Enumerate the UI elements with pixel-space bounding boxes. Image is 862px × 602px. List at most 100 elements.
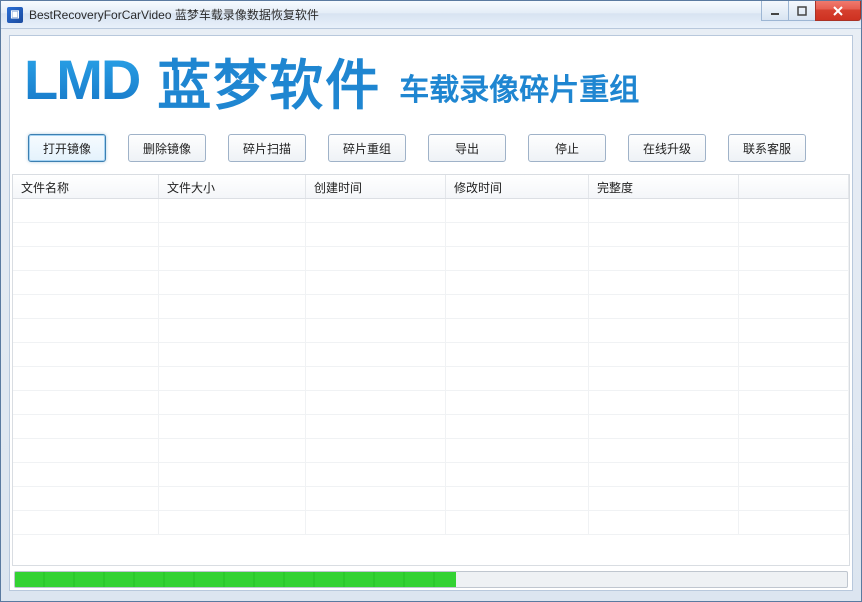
table-cell	[446, 439, 589, 462]
table-cell	[446, 463, 589, 486]
table-row[interactable]	[13, 463, 849, 487]
table-cell	[306, 415, 446, 438]
table-cell	[13, 199, 159, 222]
table-row[interactable]	[13, 391, 849, 415]
table-cell	[13, 367, 159, 390]
table-cell	[446, 247, 589, 270]
titlebar[interactable]: ▣ BestRecoveryForCarVideo 蓝梦车载录像数据恢复软件	[1, 1, 861, 29]
banner: LMD 蓝梦软件 车载录像碎片重组	[10, 36, 852, 124]
table-cell	[739, 271, 849, 294]
table-cell	[13, 511, 159, 534]
table-cell	[589, 343, 739, 366]
col-created[interactable]: 创建时间	[306, 175, 446, 198]
table-cell	[589, 319, 739, 342]
statusbar	[10, 568, 852, 590]
stop-button[interactable]: 停止	[528, 134, 606, 162]
table-cell	[13, 463, 159, 486]
brand-cn: 蓝梦软件	[157, 41, 381, 120]
minimize-icon	[770, 6, 780, 16]
reassemble-button[interactable]: 碎片重组	[328, 134, 406, 162]
table-row[interactable]	[13, 415, 849, 439]
table-cell	[159, 247, 306, 270]
minimize-button[interactable]	[761, 1, 789, 21]
table-cell	[13, 271, 159, 294]
table-cell	[446, 223, 589, 246]
table-row[interactable]	[13, 199, 849, 223]
client-area: LMD 蓝梦软件 车载录像碎片重组 打开镜像 删除镜像 碎片扫描 碎片重组 导出…	[9, 35, 853, 591]
table-row[interactable]	[13, 439, 849, 463]
table-cell	[446, 319, 589, 342]
table-cell	[159, 439, 306, 462]
table-cell	[13, 295, 159, 318]
table-cell	[306, 343, 446, 366]
table-cell	[589, 511, 739, 534]
logo-text: LMD	[24, 52, 139, 108]
table-cell	[13, 343, 159, 366]
table-row[interactable]	[13, 295, 849, 319]
table-cell	[306, 463, 446, 486]
table-cell	[446, 271, 589, 294]
online-upgrade-button[interactable]: 在线升级	[628, 134, 706, 162]
delete-image-button[interactable]: 删除镜像	[128, 134, 206, 162]
table-cell	[13, 319, 159, 342]
table-cell	[589, 415, 739, 438]
table-cell	[159, 343, 306, 366]
table-cell	[306, 319, 446, 342]
col-filesize[interactable]: 文件大小	[159, 175, 306, 198]
contact-button[interactable]: 联系客服	[728, 134, 806, 162]
progress-fill	[15, 572, 456, 587]
table-cell	[306, 199, 446, 222]
table-cell	[306, 391, 446, 414]
grid-body[interactable]	[13, 199, 849, 565]
table-cell	[739, 511, 849, 534]
table-cell	[13, 487, 159, 510]
table-cell	[159, 199, 306, 222]
brand-subtitle: 车载录像碎片重组	[399, 65, 639, 109]
maximize-button[interactable]	[788, 1, 816, 21]
table-cell	[739, 367, 849, 390]
table-cell	[446, 415, 589, 438]
table-row[interactable]	[13, 367, 849, 391]
table-cell	[306, 367, 446, 390]
table-cell	[589, 271, 739, 294]
table-cell	[739, 247, 849, 270]
maximize-icon	[797, 6, 807, 16]
table-cell	[739, 439, 849, 462]
col-filename[interactable]: 文件名称	[13, 175, 159, 198]
grid-header: 文件名称 文件大小 创建时间 修改时间 完整度	[13, 175, 849, 199]
export-button[interactable]: 导出	[428, 134, 506, 162]
toolbar: 打开镜像 删除镜像 碎片扫描 碎片重组 导出 停止 在线升级 联系客服	[10, 124, 852, 174]
table-row[interactable]	[13, 343, 849, 367]
col-integrity[interactable]: 完整度	[589, 175, 739, 198]
table-cell	[159, 463, 306, 486]
scan-fragments-button[interactable]: 碎片扫描	[228, 134, 306, 162]
table-cell	[739, 343, 849, 366]
table-cell	[589, 463, 739, 486]
table-row[interactable]	[13, 511, 849, 535]
col-modified[interactable]: 修改时间	[446, 175, 589, 198]
table-cell	[739, 223, 849, 246]
table-row[interactable]	[13, 319, 849, 343]
table-cell	[589, 223, 739, 246]
table-cell	[306, 271, 446, 294]
table-cell	[589, 367, 739, 390]
table-row[interactable]	[13, 247, 849, 271]
table-cell	[446, 199, 589, 222]
app-window: ▣ BestRecoveryForCarVideo 蓝梦车载录像数据恢复软件 L…	[0, 0, 862, 602]
table-cell	[446, 343, 589, 366]
table-cell	[159, 415, 306, 438]
open-image-button[interactable]: 打开镜像	[28, 134, 106, 162]
table-cell	[739, 463, 849, 486]
table-row[interactable]	[13, 223, 849, 247]
table-cell	[306, 295, 446, 318]
close-button[interactable]	[815, 1, 861, 21]
table-cell	[159, 367, 306, 390]
table-cell	[739, 295, 849, 318]
table-cell	[446, 391, 589, 414]
table-row[interactable]	[13, 271, 849, 295]
app-icon: ▣	[7, 7, 23, 23]
table-cell	[13, 223, 159, 246]
table-row[interactable]	[13, 487, 849, 511]
table-cell	[589, 391, 739, 414]
table-cell	[589, 295, 739, 318]
